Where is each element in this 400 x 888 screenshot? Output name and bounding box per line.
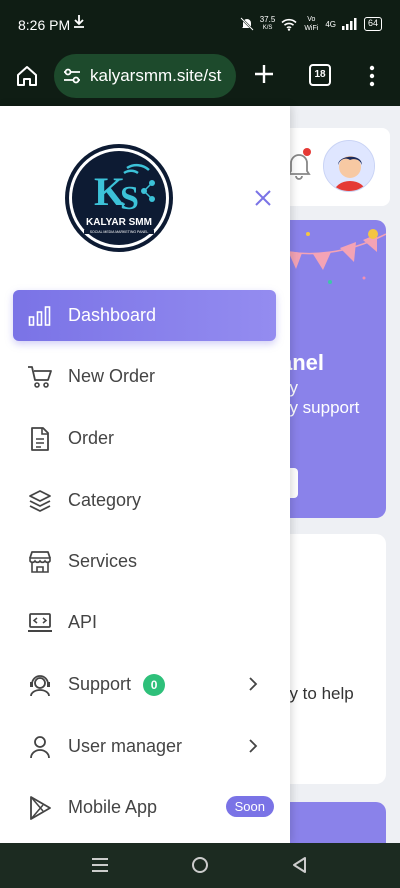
svg-text:S: S (120, 180, 139, 217)
network-type: 4G (325, 19, 336, 29)
banner-text: ny support (280, 398, 360, 417)
close-icon (255, 190, 271, 206)
logo-tagline: SOCIAL MEDIA MARKETING PANEL (84, 230, 154, 234)
nav-label: API (68, 612, 98, 632)
back-icon[interactable] (290, 855, 310, 875)
nav-item-order[interactable]: Order (13, 413, 276, 464)
close-drawer-button[interactable] (252, 187, 274, 209)
nav-item-support[interactable]: Support 0 (13, 659, 276, 710)
support-agent-icon (27, 672, 53, 698)
avatar[interactable] (323, 140, 375, 192)
logo-text: KALYAR SMM (86, 217, 152, 228)
layers-icon (27, 488, 53, 514)
nav-item-category[interactable]: Category (13, 475, 276, 526)
net-speed: 37.5 K/S (260, 15, 276, 33)
more-vert-icon (369, 65, 375, 87)
nav-label: New Order (68, 366, 156, 386)
nav-item-user-manager[interactable]: User manager (13, 721, 276, 772)
status-indicators: 37.5 K/S Vo WiFi 4G 64 (240, 15, 382, 33)
nav-label: Support (68, 674, 132, 694)
soon-badge: Soon (225, 796, 274, 817)
store-icon (27, 549, 53, 575)
net-speed-unit: K/S (262, 25, 273, 31)
url-text[interactable]: kalyarsmm.site/st (90, 66, 221, 86)
wifi-icon (281, 18, 297, 31)
nav-label: Mobile App (68, 797, 158, 817)
nav-label: User manager (68, 736, 183, 756)
new-tab-button[interactable] (252, 62, 276, 86)
site-settings-icon[interactable] (62, 66, 82, 86)
net-speed-value: 37.5 (259, 15, 276, 24)
laptop-code-icon (27, 610, 53, 636)
battery-icon: 64 (363, 17, 382, 31)
system-nav-bar (0, 843, 400, 888)
tab-switcher-button[interactable]: 18 (309, 64, 331, 86)
notification-dot (303, 148, 311, 156)
chevron-right-icon (249, 677, 258, 691)
home-button[interactable] (15, 64, 39, 88)
plus-icon (255, 65, 273, 83)
info-text: py to help (280, 684, 354, 703)
nav-label: Services (68, 551, 138, 571)
nav-item-dashboard[interactable]: Dashboard (13, 290, 276, 341)
home-icon (17, 66, 37, 86)
chevron-right-icon (249, 739, 258, 753)
user-icon (27, 734, 53, 760)
nav-drawer: K S KALYAR SMM SOCIAL MEDIA MARKETING PA… (0, 106, 290, 843)
status-bar: 8:26 PM 37.5 K/S Vo WiFi 4G 64 (0, 0, 400, 50)
browser-toolbar: kalyarsmm.site/st 18 (0, 50, 400, 106)
bar-chart-icon (27, 303, 53, 329)
signal-icon (341, 18, 358, 30)
nav-label: Dashboard (68, 305, 157, 325)
kalyar-smm-logo: K S KALYAR SMM SOCIAL MEDIA MARKETING PA… (64, 143, 174, 253)
nav-item-api[interactable]: API (13, 597, 276, 648)
nav-item-new-order[interactable]: New Order (13, 351, 276, 402)
nav-item-mobile-app[interactable]: Mobile App Soon (13, 782, 276, 833)
support-count-badge: 0 (143, 673, 166, 696)
status-time: 8:26 PM (18, 17, 71, 33)
vowifi-label: Vo WiFi (304, 16, 319, 32)
play-store-icon (27, 795, 53, 821)
address-bar[interactable]: kalyarsmm.site/st (54, 54, 236, 98)
nav-label: Category (68, 490, 142, 510)
document-icon (27, 426, 53, 452)
home-circle-icon[interactable] (190, 855, 210, 875)
download-arrow-icon (73, 14, 85, 31)
browser-menu-button[interactable] (364, 64, 380, 88)
nav-label: Order (68, 428, 115, 448)
recents-icon[interactable] (90, 855, 110, 875)
mute-bell-icon (240, 17, 254, 31)
cart-icon (27, 364, 53, 390)
nav-item-services[interactable]: Services (13, 536, 276, 587)
